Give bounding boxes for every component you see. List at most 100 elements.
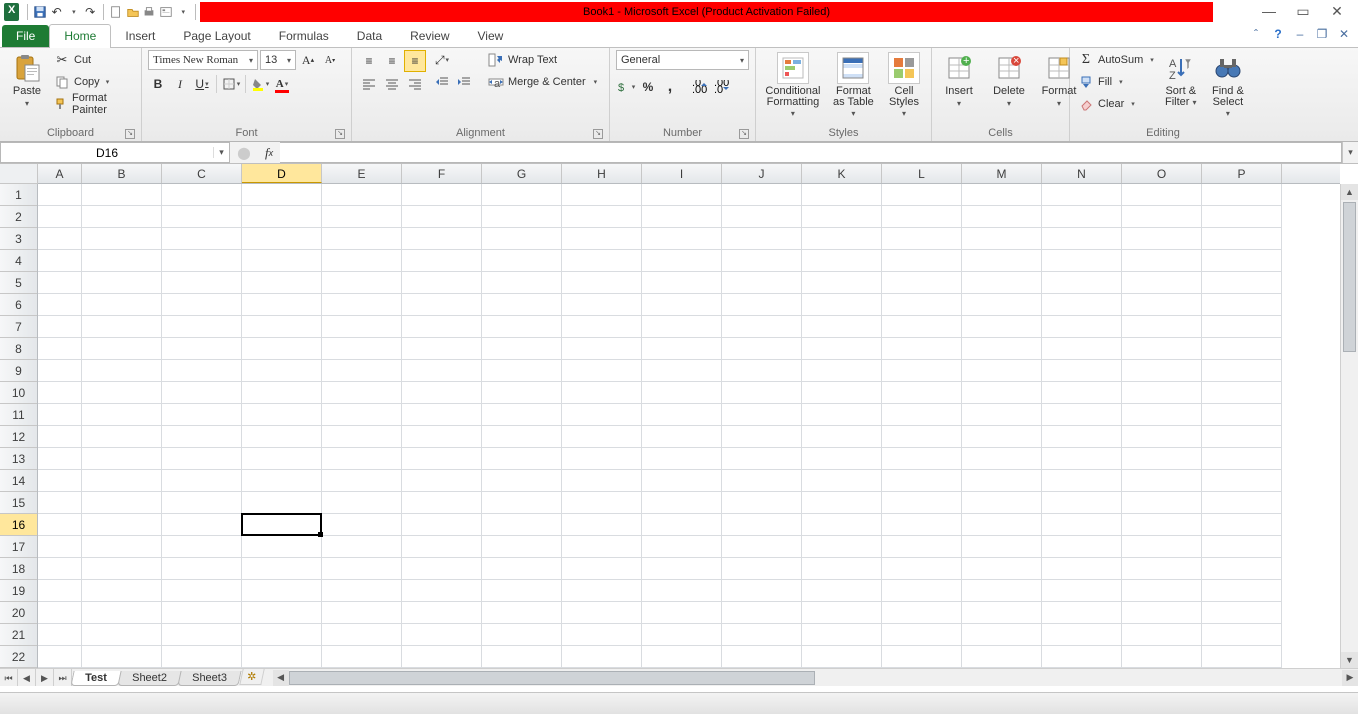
expand-formula-bar-icon[interactable]: ▾	[1342, 142, 1358, 163]
minimize-ribbon-icon[interactable]: ˆ	[1248, 26, 1264, 42]
cell[interactable]	[402, 228, 482, 250]
cell[interactable]	[402, 492, 482, 514]
cell[interactable]	[562, 184, 642, 206]
cell[interactable]	[802, 338, 882, 360]
cell[interactable]	[1042, 558, 1122, 580]
close-icon[interactable]: ✕	[1328, 2, 1346, 20]
font-size-select[interactable]: 13▾	[260, 50, 296, 70]
row-header[interactable]: 7	[0, 316, 37, 338]
cell[interactable]	[162, 272, 242, 294]
cell[interactable]	[882, 558, 962, 580]
cell[interactable]	[1122, 250, 1202, 272]
cell[interactable]	[722, 470, 802, 492]
tab-home[interactable]: Home	[49, 24, 111, 47]
cell[interactable]	[482, 184, 562, 206]
cell[interactable]	[962, 228, 1042, 250]
scroll-up-icon[interactable]: ▲	[1341, 184, 1358, 200]
cell[interactable]	[642, 338, 722, 360]
qat-preview-icon[interactable]	[159, 3, 174, 21]
cell[interactable]	[242, 316, 322, 338]
cell[interactable]	[562, 558, 642, 580]
cell[interactable]	[1042, 360, 1122, 382]
cell[interactable]	[562, 514, 642, 536]
bold-button[interactable]: B	[148, 74, 168, 94]
cell[interactable]	[722, 382, 802, 404]
cell[interactable]	[242, 448, 322, 470]
cell[interactable]	[38, 536, 82, 558]
cell[interactable]	[882, 228, 962, 250]
cell[interactable]	[482, 404, 562, 426]
dialog-launcher-icon[interactable]: ↘	[125, 129, 135, 139]
cell[interactable]	[1042, 448, 1122, 470]
cell[interactable]	[722, 646, 802, 668]
tab-insert[interactable]: Insert	[111, 25, 169, 47]
cell[interactable]	[642, 316, 722, 338]
format-as-table-button[interactable]: Formatas Table ▾	[828, 50, 879, 121]
cell[interactable]	[882, 360, 962, 382]
cell[interactable]	[1042, 184, 1122, 206]
cell[interactable]	[322, 338, 402, 360]
cell[interactable]	[162, 426, 242, 448]
cell[interactable]	[1122, 272, 1202, 294]
cell[interactable]	[562, 404, 642, 426]
column-header[interactable]: B	[82, 164, 162, 183]
cell[interactable]	[962, 536, 1042, 558]
insert-cells-button[interactable]: + Insert▾	[938, 50, 980, 110]
cell[interactable]	[882, 536, 962, 558]
cell[interactable]	[162, 646, 242, 668]
cell[interactable]	[882, 294, 962, 316]
cell[interactable]	[82, 624, 162, 646]
cell[interactable]	[402, 448, 482, 470]
cell[interactable]	[1042, 250, 1122, 272]
cell[interactable]	[322, 646, 402, 668]
cell[interactable]	[162, 250, 242, 272]
cell[interactable]	[1122, 426, 1202, 448]
paste-button[interactable]: Paste ▾	[6, 50, 48, 110]
cell[interactable]	[322, 316, 402, 338]
cell[interactable]	[402, 646, 482, 668]
cell[interactable]	[962, 272, 1042, 294]
cell[interactable]	[722, 338, 802, 360]
cell[interactable]	[162, 184, 242, 206]
align-left-icon[interactable]	[358, 73, 380, 95]
column-header[interactable]: C	[162, 164, 242, 183]
cell[interactable]	[1202, 602, 1282, 624]
cell[interactable]	[1122, 448, 1202, 470]
cell[interactable]	[1202, 492, 1282, 514]
cell[interactable]	[1042, 580, 1122, 602]
cell[interactable]	[482, 624, 562, 646]
cell[interactable]	[162, 404, 242, 426]
cell[interactable]	[562, 426, 642, 448]
cell[interactable]	[1042, 470, 1122, 492]
cell[interactable]	[38, 602, 82, 624]
cell[interactable]	[482, 558, 562, 580]
cell[interactable]	[162, 228, 242, 250]
row-header[interactable]: 2	[0, 206, 37, 228]
cell[interactable]	[1122, 624, 1202, 646]
cell[interactable]	[802, 624, 882, 646]
cell[interactable]	[962, 492, 1042, 514]
cell[interactable]	[802, 646, 882, 668]
name-box-input[interactable]	[1, 146, 213, 160]
cell[interactable]	[1202, 646, 1282, 668]
cell[interactable]	[38, 250, 82, 272]
copy-button[interactable]: Copy▾	[52, 72, 135, 92]
cell[interactable]	[802, 272, 882, 294]
cell[interactable]	[722, 514, 802, 536]
column-header[interactable]: O	[1122, 164, 1202, 183]
row-header[interactable]: 19	[0, 580, 37, 602]
cell[interactable]	[402, 426, 482, 448]
number-format-select[interactable]: General▾	[616, 50, 749, 70]
cell[interactable]	[242, 338, 322, 360]
cell[interactable]	[1202, 514, 1282, 536]
save-icon[interactable]	[33, 3, 48, 21]
cell[interactable]	[642, 536, 722, 558]
cell[interactable]	[38, 580, 82, 602]
cell[interactable]	[482, 602, 562, 624]
align-top-icon[interactable]: ≡	[358, 50, 380, 72]
cell[interactable]	[1122, 492, 1202, 514]
cell[interactable]	[962, 294, 1042, 316]
cell[interactable]	[722, 602, 802, 624]
cell[interactable]	[38, 426, 82, 448]
font-name-select[interactable]: Times New Roman▾	[148, 50, 258, 70]
